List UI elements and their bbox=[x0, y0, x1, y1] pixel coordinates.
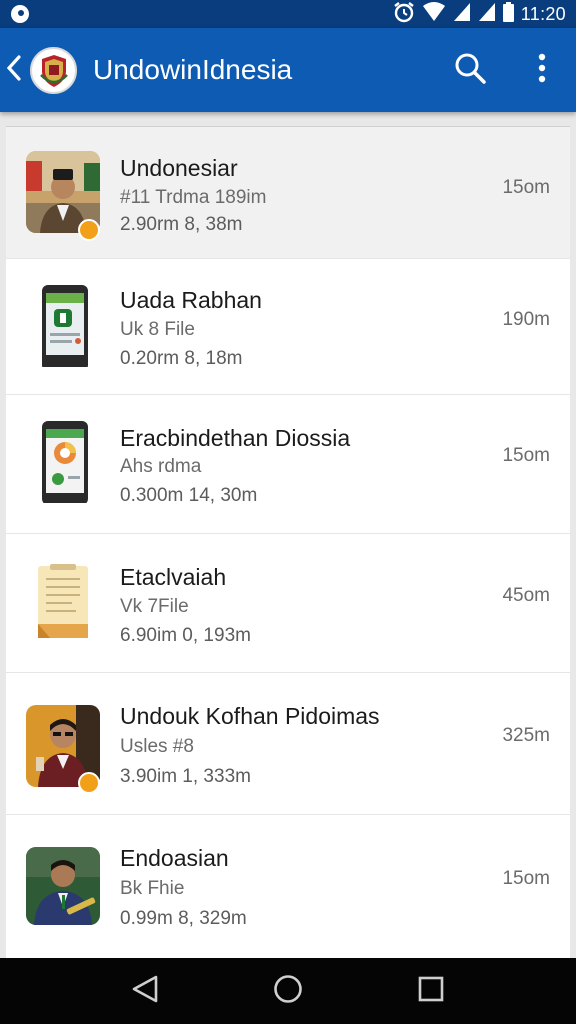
phone-icon bbox=[26, 285, 100, 371]
file-title: Undonesiar bbox=[120, 155, 238, 181]
file-list: Undonesiar #11 Trdma 189im 2.90rm 8, 38m… bbox=[6, 126, 570, 958]
notepad-icon bbox=[26, 560, 100, 642]
status-bar: 11:20 bbox=[0, 0, 576, 28]
file-meta: 0.300m 14, 30m bbox=[120, 485, 258, 506]
battery-icon bbox=[502, 1, 514, 27]
app-notification-icon bbox=[10, 4, 30, 29]
file-subtitle: Usles #8 bbox=[120, 736, 194, 757]
status-time: 11:20 bbox=[520, 3, 566, 24]
file-size: 45om bbox=[502, 585, 550, 606]
nav-recents-icon bbox=[417, 975, 445, 1008]
list-item[interactable]: Etaclvaiah Vk 7File 6.90im 0, 193m 45om bbox=[6, 534, 570, 673]
list-item[interactable]: Endoasian Bk Fhie 0.99m 8, 329m 15om bbox=[6, 815, 570, 958]
file-subtitle: Vk 7File bbox=[120, 596, 189, 617]
list-item[interactable]: Eracbindethan Diossia Ahs rdma 0.300m 14… bbox=[6, 395, 570, 534]
app-title: UndowinIdnesia bbox=[93, 54, 293, 85]
file-meta: 0.20rm 8, 18m bbox=[120, 348, 243, 369]
file-title: Eracbindethan Diossia bbox=[120, 425, 351, 451]
file-title: Endoasian bbox=[120, 845, 229, 871]
app-screen: 11:20 UndowinIdnesia Undonesiar #11 Trdm… bbox=[0, 0, 576, 1024]
badge-icon bbox=[78, 772, 100, 794]
nav-home-button[interactable] bbox=[268, 971, 308, 1011]
thumbnail-photo bbox=[26, 847, 100, 929]
file-title: Undouk Kofhan Pidoimas bbox=[120, 703, 380, 729]
list-item[interactable]: Uada Rabhan Uk 8 File 0.20rm 8, 18m 190m bbox=[6, 259, 570, 395]
file-meta: 2.90rm 8, 38m bbox=[120, 214, 243, 235]
file-meta: 0.99m 8, 329m bbox=[120, 908, 247, 929]
list-item[interactable]: Undonesiar #11 Trdma 189im 2.90rm 8, 38m… bbox=[6, 127, 570, 259]
more-options-button[interactable] bbox=[525, 50, 559, 90]
back-button[interactable] bbox=[2, 52, 26, 88]
wifi-icon bbox=[422, 1, 446, 27]
nav-back-button[interactable] bbox=[125, 971, 165, 1011]
file-subtitle: Uk 8 File bbox=[120, 319, 195, 340]
nav-recents-button[interactable] bbox=[411, 971, 451, 1011]
file-size: 190m bbox=[502, 309, 550, 330]
signal-icon bbox=[478, 2, 496, 27]
file-subtitle: Bk Fhie bbox=[120, 878, 185, 899]
signal-icon bbox=[453, 2, 471, 27]
nav-home-icon bbox=[273, 974, 303, 1009]
app-bar: UndowinIdnesia bbox=[0, 28, 576, 112]
file-size: 15om bbox=[502, 868, 550, 889]
file-meta: 3.90im 1, 333m bbox=[120, 766, 251, 787]
file-title: Uada Rabhan bbox=[120, 287, 262, 313]
badge-icon bbox=[78, 219, 100, 241]
alarm-icon bbox=[393, 1, 415, 28]
file-subtitle: #11 Trdma 189im bbox=[120, 187, 267, 208]
file-size: 15om bbox=[502, 177, 550, 198]
nav-back-icon bbox=[130, 974, 160, 1009]
file-size: 15om bbox=[502, 445, 550, 466]
navigation-bar bbox=[0, 958, 576, 1024]
search-icon bbox=[454, 52, 486, 89]
search-button[interactable] bbox=[451, 50, 489, 90]
more-vert-icon bbox=[538, 53, 546, 88]
phone-chart-icon bbox=[26, 421, 100, 505]
list-item[interactable]: Undouk Kofhan Pidoimas Usles #8 3.90im 1… bbox=[6, 673, 570, 815]
file-title: Etaclvaiah bbox=[120, 564, 227, 590]
file-size: 325m bbox=[502, 725, 550, 746]
file-meta: 6.90im 0, 193m bbox=[120, 625, 251, 646]
file-subtitle: Ahs rdma bbox=[120, 456, 202, 477]
back-arrow-icon bbox=[6, 54, 22, 86]
emblem-logo bbox=[30, 47, 77, 94]
